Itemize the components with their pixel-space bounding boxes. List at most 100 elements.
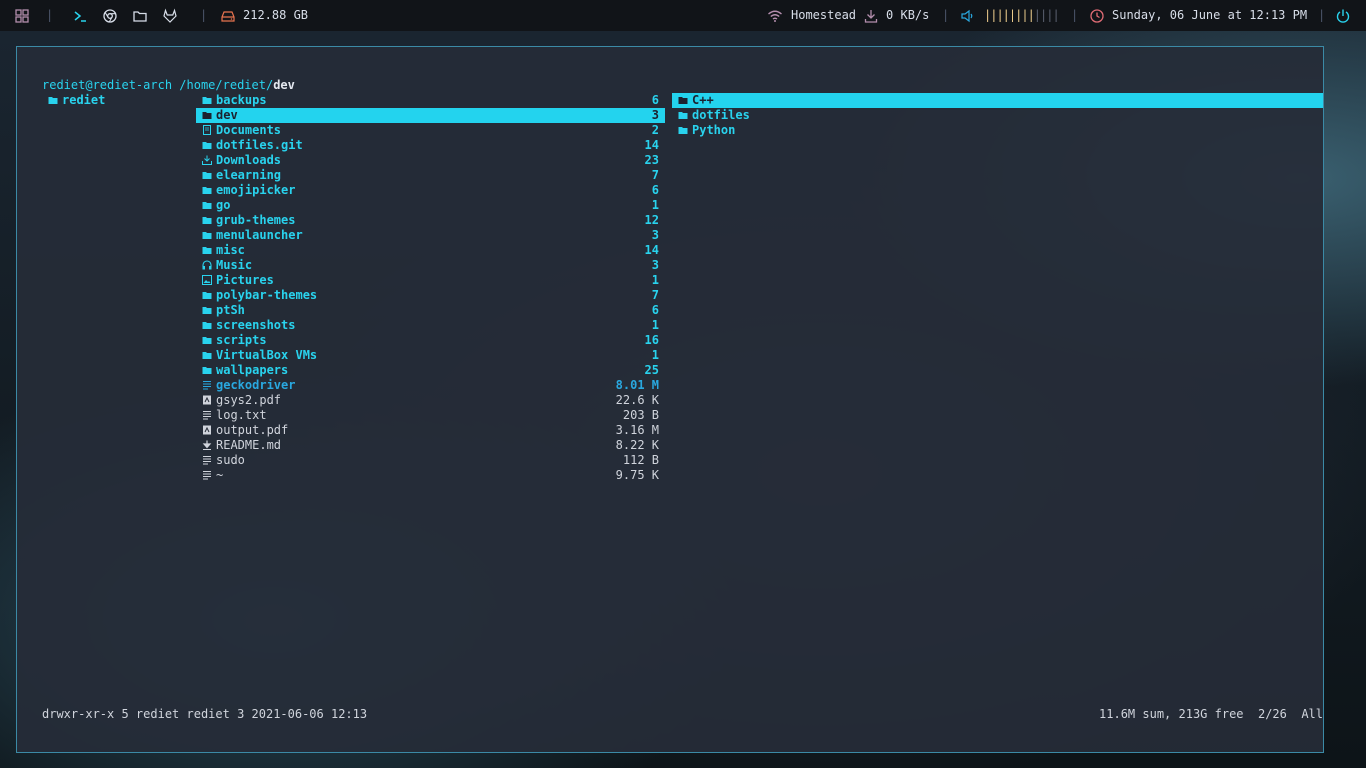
file-size: 7 — [651, 168, 659, 182]
file-name: ptSh — [216, 303, 245, 317]
file-list-item[interactable]: output.pdf 3.16 M — [196, 423, 665, 438]
folder-icon — [202, 307, 212, 314]
file-size: 7 — [651, 288, 659, 302]
file-size: 14 — [644, 138, 659, 152]
separator: | — [1071, 8, 1079, 22]
file-size: 112 B — [622, 453, 659, 467]
download-icon — [864, 9, 878, 23]
file-name: log.txt — [216, 408, 267, 422]
file-name: C++ — [692, 93, 714, 107]
file-list-item[interactable]: wallpapers 25 — [196, 363, 665, 378]
file-size: 6 — [651, 303, 659, 317]
file-list-item[interactable]: Python — [672, 123, 1323, 138]
file-list-item[interactable]: grub-themes 12 — [196, 213, 665, 228]
file-name: VirtualBox VMs — [216, 348, 318, 362]
file-text-icon — [203, 411, 211, 420]
file-list-item[interactable]: geckodriver 8.01 M — [196, 378, 665, 393]
file-list-item[interactable]: misc 14 — [196, 243, 665, 258]
folder-icon — [202, 112, 212, 119]
document-icon — [203, 125, 211, 135]
folder-icon — [202, 217, 212, 224]
volume-module[interactable]: |||||||||||| — [960, 0, 1060, 31]
file-name: ~ — [216, 468, 224, 482]
directory-summary-status: 11.6M sum, 213G free 2/26 All — [1099, 707, 1323, 721]
separator: | — [1318, 8, 1326, 22]
file-list-item[interactable]: emojipicker 6 — [196, 183, 665, 198]
file-name: Pictures — [216, 273, 274, 287]
file-list-item[interactable]: dotfiles — [672, 108, 1323, 123]
file-list-item[interactable]: log.txt 203 B — [196, 408, 665, 423]
separator: | — [942, 8, 950, 22]
file-size: 23 — [644, 153, 659, 167]
file-list-item[interactable]: dotfiles.git 14 — [196, 138, 665, 153]
file-list-item[interactable]: Pictures 1 — [196, 273, 665, 288]
file-size: 1 — [651, 348, 659, 362]
network-module[interactable]: Homestead 0 KB/s — [767, 0, 929, 31]
file-list-item[interactable]: ptSh 6 — [196, 303, 665, 318]
file-list-item[interactable]: screenshots 1 — [196, 318, 665, 333]
file-size: 6 — [651, 93, 659, 107]
folder-icon — [202, 187, 212, 194]
file-size: 16 — [644, 333, 659, 347]
file-list-item[interactable]: rediet — [42, 93, 189, 108]
terminal-launcher[interactable] — [72, 0, 88, 31]
grid-icon — [15, 8, 29, 23]
folder-icon — [202, 367, 212, 374]
file-list-item[interactable]: sudo 112 B — [196, 453, 665, 468]
file-list-item[interactable]: polybar-themes 7 — [196, 288, 665, 303]
file-list-item[interactable]: Downloads 23 — [196, 153, 665, 168]
file-list-item[interactable]: VirtualBox VMs 1 — [196, 348, 665, 363]
file-size: 3.16 M — [615, 423, 659, 437]
file-list-item[interactable]: ~9.75 K — [196, 468, 665, 483]
chrome-icon — [103, 8, 117, 23]
file-name: gsys2.pdf — [216, 393, 282, 407]
browser-launcher[interactable] — [102, 0, 118, 31]
terminal-window[interactable]: rediet@rediet-arch /home/rediet/dev redi… — [16, 46, 1324, 753]
files-launcher[interactable] — [132, 0, 148, 31]
file-size: 1 — [651, 273, 659, 287]
file-list-item[interactable]: gsys2.pdf 22.6 K — [196, 393, 665, 408]
file-name: README.md — [216, 438, 282, 452]
file-text-icon — [203, 456, 211, 465]
workspaces-button[interactable] — [14, 0, 30, 31]
file-size: 22.6 K — [615, 393, 659, 407]
file-list-item[interactable]: elearning 7 — [196, 168, 665, 183]
file-list-item[interactable]: menulauncher 3 — [196, 228, 665, 243]
folder-icon — [202, 247, 212, 254]
folder-icon — [678, 97, 688, 104]
folder-icon — [202, 292, 212, 299]
file-name: sudo — [216, 453, 245, 467]
file-list-item[interactable]: backups 6 — [196, 93, 665, 108]
clock-icon — [1090, 8, 1104, 23]
file-name: go — [216, 198, 231, 212]
file-size: 8.01 M — [615, 378, 659, 392]
file-name: Documents — [216, 123, 282, 137]
file-name: screenshots — [216, 318, 296, 332]
file-name: grub-themes — [216, 213, 296, 227]
power-button[interactable] — [1335, 0, 1351, 31]
file-list-item[interactable]: Music 3 — [196, 258, 665, 273]
folder-icon — [202, 337, 212, 344]
separator: | — [200, 8, 208, 22]
wifi-icon — [768, 10, 782, 22]
file-name: geckodriver — [216, 378, 296, 392]
file-name: Python — [692, 123, 736, 137]
gitlab-launcher[interactable] — [162, 0, 178, 31]
file-name: polybar-themes — [216, 288, 318, 302]
file-list-item[interactable]: README.md 8.22 K — [196, 438, 665, 453]
file-size: 3 — [651, 258, 659, 272]
file-list-item[interactable]: go 1 — [196, 198, 665, 213]
file-list-item[interactable]: scripts 16 — [196, 333, 665, 348]
file-size: 3 — [651, 228, 659, 242]
folder-icon — [202, 322, 212, 329]
file-name: Music — [216, 258, 253, 272]
clock-module[interactable]: Sunday, 06 June at 12:13 PM — [1089, 0, 1307, 31]
headphones-icon — [202, 260, 212, 270]
volume-level-bar[interactable]: |||||||||||| — [984, 0, 1060, 31]
path-prefix: /home/rediet/ — [179, 78, 274, 92]
file-list-item[interactable]: C++ — [672, 93, 1323, 108]
file-list-item[interactable]: Documents 2 — [196, 123, 665, 138]
file-name: scripts — [216, 333, 267, 347]
pdf-icon — [203, 395, 211, 405]
file-list-item[interactable]: dev 3 — [196, 108, 665, 123]
